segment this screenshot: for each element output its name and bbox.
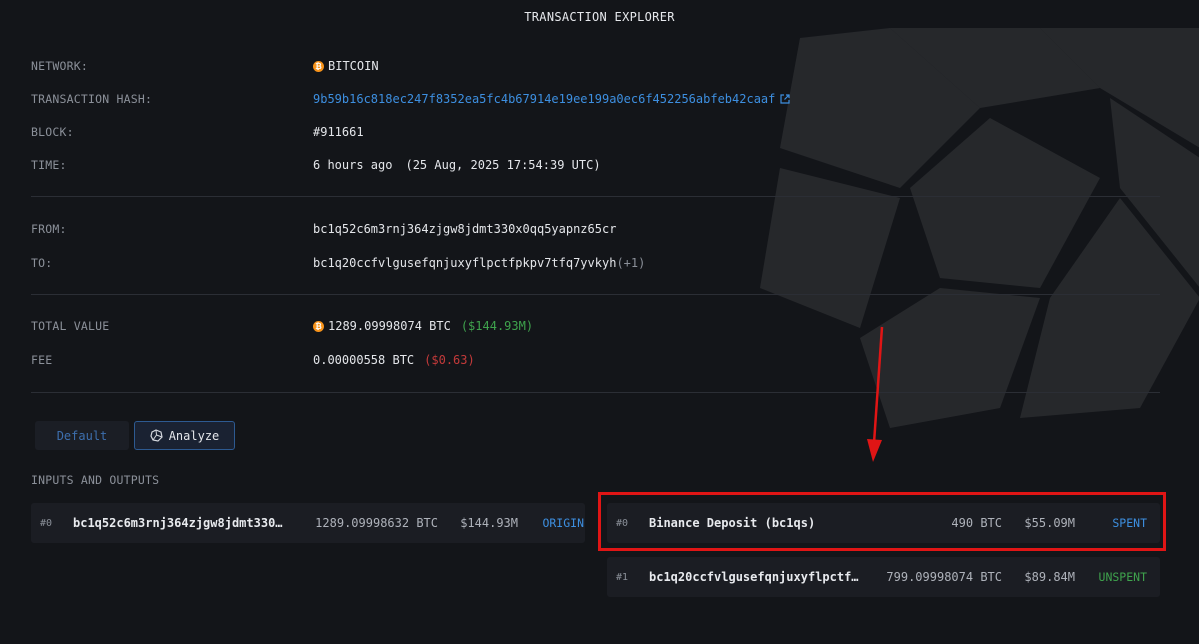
network-value: BITCOIN [328,59,379,73]
tab-analyze-label: Analyze [168,428,220,443]
from-address[interactable]: bc1q52c6m3rnj364zjgw8jdmt330x0qq5yapnz65… [313,222,616,236]
output-amount: 490 BTC [951,516,1002,530]
to-label: TO: [31,256,53,270]
inputs-outputs-heading: INPUTS AND OUTPUTS [31,473,160,487]
transaction-hash-link[interactable]: 9b59b16c818ec247f8352ea5fc4b67914e19ee19… [313,92,775,106]
network-label: NETWORK: [31,59,88,73]
divider [31,196,1160,197]
input-usd: $144.93M [460,516,518,530]
output-index: #1 [616,571,629,583]
output-row[interactable]: #0 Binance Deposit (bc1qs) 490 BTC $55.0… [607,503,1160,543]
external-link-icon[interactable] [780,94,790,104]
input-address[interactable]: bc1q52c6m3rnj364zjgw8jdmt330… [73,516,288,530]
output-usd: $89.84M [1024,570,1075,584]
output-row[interactable]: #1 bc1q20ccfvlgusefqnjuxyflpctfp… 799.09… [607,557,1160,597]
arkham-watermark-icon [760,28,1199,428]
divider [31,294,1160,295]
fee-label: FEE [31,353,53,367]
to-address[interactable]: bc1q20ccfvlgusefqnjuxyflpctfpkpv7tfq7yvk… [313,256,616,270]
output-index: #0 [616,517,629,529]
block-value[interactable]: #911661 [313,125,364,139]
input-index: #0 [40,517,53,529]
output-usd: $55.09M [1024,516,1075,530]
output-address[interactable]: Binance Deposit (bc1qs) [649,516,874,530]
fee-btc: 0.00000558 BTC [313,353,415,367]
from-row: FROM: bc1q52c6m3rnj364zjgw8jdmt330x0qq5y… [31,221,616,237]
input-row[interactable]: #0 bc1q52c6m3rnj364zjgw8jdmt330… 1289.09… [31,503,585,543]
to-extra-count[interactable]: (+1) [616,256,645,270]
tab-default[interactable]: Default [35,421,129,450]
tab-analyze[interactable]: Analyze [134,421,235,450]
total-value-label: TOTAL VALUE [31,319,110,333]
block-label: BLOCK: [31,125,74,139]
time-relative: 6 hours ago [313,158,393,172]
output-amount: 799.09998074 BTC [886,570,1002,584]
time-absolute: (25 Aug, 2025 17:54:39 UTC) [405,158,601,172]
total-value-btc: 1289.09998074 BTC [328,319,451,333]
output-address[interactable]: bc1q20ccfvlgusefqnjuxyflpctfp… [649,570,864,584]
fee-row: FEE 0.00000558 BTC ($0.63) [31,352,475,368]
input-amount: 1289.09998632 BTC [315,516,438,530]
block-row: BLOCK: #911661 [31,124,364,140]
arkham-logo-icon [150,429,163,442]
from-label: FROM: [31,222,67,236]
input-status-badge: ORIGIN [542,516,584,530]
total-value-usd: ($144.93M) [460,319,534,333]
transaction-hash-label: TRANSACTION HASH: [31,92,153,106]
time-row: TIME: 6 hours ago (25 Aug, 2025 17:54:39… [31,157,601,173]
to-row: TO: bc1q20ccfvlgusefqnjuxyflpctfpkpv7tfq… [31,255,645,271]
divider [31,392,1160,393]
bitcoin-icon: ₿ [313,60,324,72]
annotation-arrow-icon [867,326,884,462]
output-status-badge: SPENT [1112,516,1147,530]
fee-usd: ($0.63) [424,353,475,367]
network-row: NETWORK: ₿ BITCOIN [31,58,379,74]
transaction-explorer-page: TRANSACTION EXPLORER NETWORK: ₿ BITCOIN … [0,0,1199,644]
time-label: TIME: [31,158,67,172]
page-title: TRANSACTION EXPLORER [524,10,675,24]
transaction-hash-row: TRANSACTION HASH: 9b59b16c818ec247f8352e… [31,91,790,107]
output-status-badge: UNSPENT [1098,570,1147,584]
total-value-row: TOTAL VALUE ₿ 1289.09998074 BTC ($144.93… [31,318,533,334]
bitcoin-icon: ₿ [313,320,324,332]
